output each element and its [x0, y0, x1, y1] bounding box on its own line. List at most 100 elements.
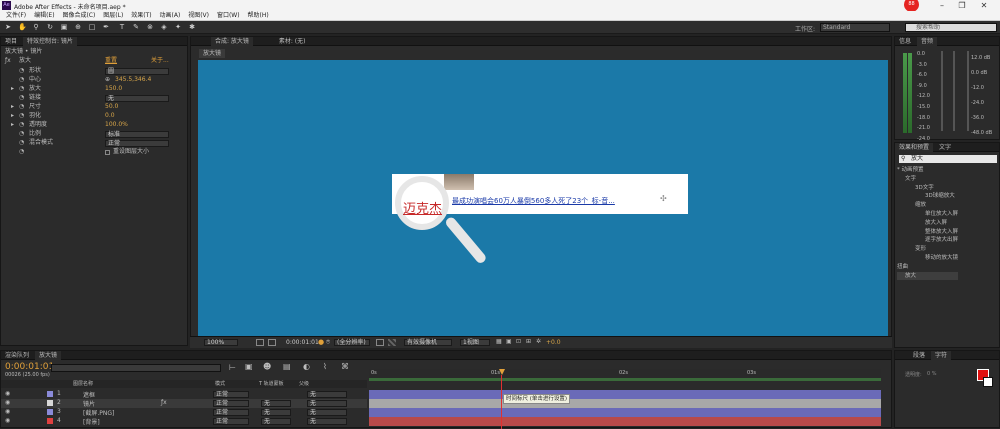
eye-icon[interactable]: ◉: [5, 408, 10, 415]
eye-icon[interactable]: ◉: [5, 417, 10, 424]
tab-effect-controls[interactable]: 特效控制台: 镜片: [22, 37, 77, 46]
layer-duration-bar[interactable]: [369, 399, 881, 408]
motion-blur-icon[interactable]: ◐: [303, 362, 310, 371]
tree-item[interactable]: 放大入屏: [897, 219, 958, 228]
roto-tool-icon[interactable]: ✦: [174, 23, 182, 31]
layer-name[interactable]: [截屏.PNG]: [83, 408, 114, 417]
menu-view[interactable]: 视图(V): [188, 11, 209, 21]
draft-3d-icon[interactable]: ▣: [245, 362, 253, 371]
tree-item[interactable]: 扭曲: [897, 263, 958, 272]
close-icon[interactable]: ✕: [978, 1, 990, 10]
brush-tool-icon[interactable]: ✎: [132, 23, 140, 31]
selection-tool-icon[interactable]: ➤: [4, 23, 12, 31]
scaling-dropdown[interactable]: 标准: [105, 131, 169, 138]
layer-parent-select[interactable]: 无: [307, 418, 347, 425]
audio-slider-track[interactable]: [967, 51, 969, 131]
layer-color-swatch[interactable]: [47, 400, 53, 406]
layer-duration-bar[interactable]: [369, 408, 881, 417]
resolution-select[interactable]: (全分辨率): [334, 339, 370, 346]
comp-subtab[interactable]: 放大镜: [199, 49, 226, 58]
layer-row[interactable]: ◉ 3 [截屏.PNG] 正常 无 无: [1, 408, 367, 417]
expand-triangle-icon[interactable]: ▸: [11, 121, 14, 129]
audio-slider-track[interactable]: [941, 51, 943, 131]
menu-layer[interactable]: 图层(L): [103, 11, 123, 21]
layer-name[interactable]: 遮框: [83, 390, 95, 399]
camera-select[interactable]: 有效摄像机: [404, 339, 452, 346]
type-tool-icon[interactable]: T: [118, 23, 126, 31]
tree-item[interactable]: 3D文字: [897, 184, 958, 193]
stopwatch-icon[interactable]: ◔: [19, 85, 24, 93]
layer-parent-select[interactable]: 无: [307, 400, 347, 407]
fx-icon[interactable]: ƒx: [5, 57, 11, 65]
layer-trkmat-select[interactable]: 无: [261, 400, 291, 407]
layer-color-swatch[interactable]: [47, 409, 53, 415]
stopwatch-icon[interactable]: ◔: [19, 67, 24, 75]
maximize-icon[interactable]: ❐: [956, 1, 968, 10]
fast-preview-icon[interactable]: ▣: [506, 338, 512, 345]
layer-parent-select[interactable]: 无: [307, 409, 347, 416]
size-value[interactable]: 50.0: [105, 103, 118, 111]
eye-icon[interactable]: ◉: [5, 399, 10, 406]
flowchart-icon[interactable]: ⊞: [526, 338, 531, 345]
magnification-value[interactable]: 150.0: [105, 85, 122, 93]
menu-animation[interactable]: 动画(A): [160, 11, 181, 21]
layer-row-selected[interactable]: ◉ 2 镜片 ƒx 正常 无 无: [1, 399, 367, 408]
rectangle-tool-icon[interactable]: □: [88, 23, 96, 31]
tree-item[interactable]: 整体放大入屏: [897, 228, 958, 237]
minimize-icon[interactable]: –: [936, 1, 948, 10]
stopwatch-icon[interactable]: ◔: [19, 76, 24, 84]
grid-icon[interactable]: [256, 339, 264, 346]
tab-composition[interactable]: 合成: 放大镜: [211, 37, 253, 46]
opacity-value[interactable]: 100.0%: [105, 121, 128, 129]
pan-tool-icon[interactable]: ⊕: [74, 23, 82, 31]
comp-timecode[interactable]: 0:00:01:01: [286, 339, 319, 346]
expand-triangle-icon[interactable]: ▸: [11, 112, 14, 120]
menu-window[interactable]: 窗口(W): [217, 11, 240, 21]
tree-item[interactable]: 缩放: [897, 201, 958, 210]
playhead-line[interactable]: [501, 375, 502, 429]
clone-tool-icon[interactable]: ⊗: [146, 23, 154, 31]
hide-shy-icon[interactable]: ☻: [263, 362, 271, 371]
help-search-input[interactable]: 搜索帮助: [905, 23, 997, 32]
time-ruler[interactable]: 0s 01s 02s 03s: [369, 369, 881, 381]
stopwatch-icon[interactable]: ◔: [19, 103, 24, 111]
timeline-timecode[interactable]: 0:00:01:01: [5, 362, 54, 372]
tab-timeline-comp[interactable]: 放大镜: [34, 351, 61, 360]
feather-value[interactable]: 0.0: [105, 112, 115, 120]
center-value[interactable]: 345.5,346.4: [115, 76, 151, 84]
stopwatch-icon[interactable]: ◔: [19, 139, 24, 147]
stopwatch-icon[interactable]: ◔: [19, 112, 24, 120]
mask-icon[interactable]: [268, 339, 276, 346]
link-dropdown[interactable]: 无: [105, 95, 169, 102]
layer-parent-select[interactable]: 无: [307, 391, 347, 398]
tab-footage[interactable]: 素材: (无): [275, 37, 310, 46]
tab-project[interactable]: 项目: [1, 37, 21, 46]
view-layout-select[interactable]: 1视图: [460, 339, 490, 346]
layer-mode-select[interactable]: 正常: [213, 409, 249, 416]
layer-color-swatch[interactable]: [47, 391, 53, 397]
layer-row[interactable]: ◉ 1 遮框 正常 无: [1, 390, 367, 399]
tree-item[interactable]: 逐字放大出屏: [897, 236, 958, 245]
zoom-select[interactable]: 100%: [204, 339, 238, 346]
workspace-select[interactable]: Standard: [820, 23, 890, 32]
exposure-value[interactable]: +0.0: [546, 339, 561, 346]
zoom-tool-icon[interactable]: ⚲: [32, 23, 40, 31]
graph-editor-icon[interactable]: ⌇: [323, 362, 327, 371]
layer-trkmat-select[interactable]: 无: [261, 418, 291, 425]
stopwatch-icon[interactable]: ◔: [19, 148, 24, 156]
tab-render-queue[interactable]: 渲染队列: [1, 351, 33, 360]
tab-paragraph[interactable]: 段落: [909, 351, 929, 360]
brainstorm-icon[interactable]: ⌘: [341, 362, 349, 371]
tree-item[interactable]: * 动画预置: [897, 166, 958, 175]
menu-help[interactable]: 帮助(H): [247, 11, 268, 21]
timeline-search-input[interactable]: [51, 364, 221, 372]
tab-audio[interactable]: 音频: [916, 37, 937, 46]
stopwatch-icon[interactable]: ◔: [19, 94, 24, 102]
show-snapshot-icon[interactable]: ●: [318, 338, 324, 346]
menu-effect[interactable]: 效果(T): [131, 11, 151, 21]
shape-dropdown[interactable]: 圆: [105, 68, 169, 75]
layer-name[interactable]: 镜片: [83, 399, 95, 408]
crosshair-icon[interactable]: ⊕: [105, 76, 110, 84]
tab-effects-presets[interactable]: 效果和预置: [895, 143, 934, 152]
transparency-grid-icon[interactable]: [388, 339, 396, 346]
